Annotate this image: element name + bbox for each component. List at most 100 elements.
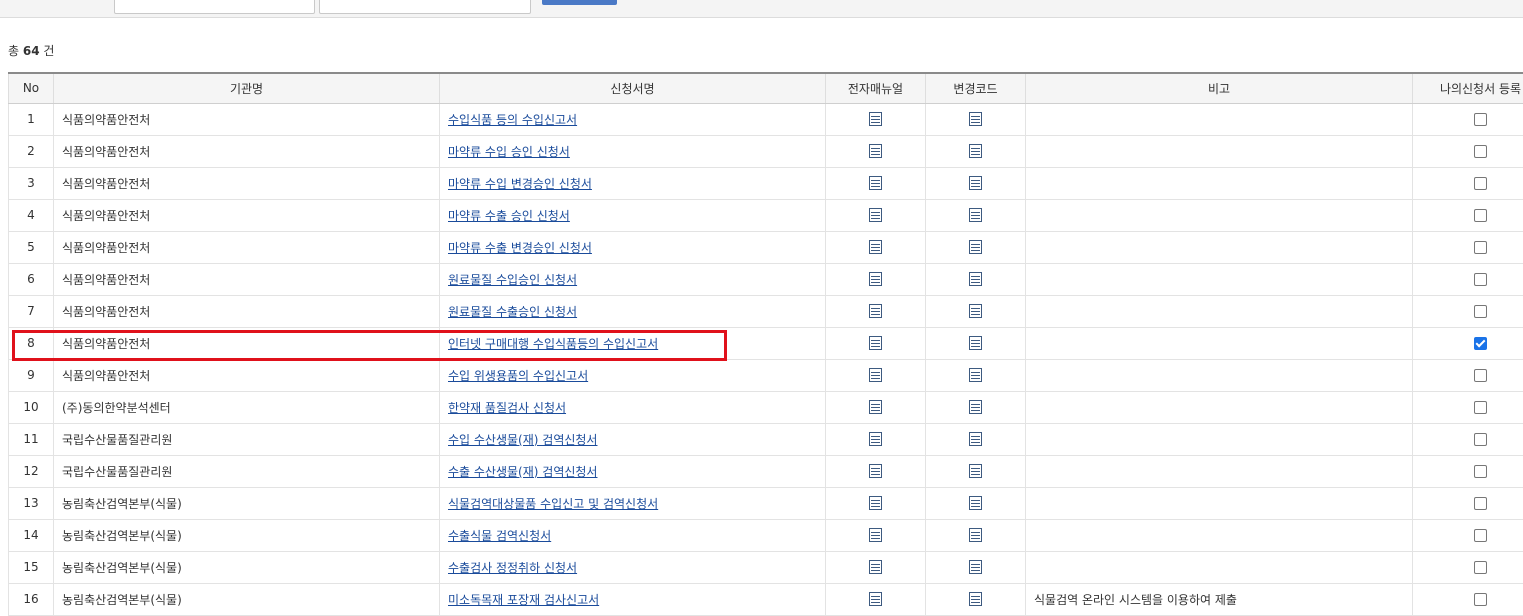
row-organization: 국립수산물품질관리원: [54, 455, 440, 487]
row-change-code: [926, 103, 1026, 135]
manual-document-icon[interactable]: [869, 560, 882, 574]
header-no[interactable]: No: [9, 73, 54, 103]
row-no: 9: [9, 359, 54, 391]
register-checkbox[interactable]: [1474, 465, 1487, 478]
form-name-link[interactable]: 마약류 수입 승인 신청서: [448, 145, 570, 159]
change-code-document-icon[interactable]: [969, 176, 982, 190]
register-checkbox[interactable]: [1474, 369, 1487, 382]
change-code-document-icon[interactable]: [969, 208, 982, 222]
form-name-link[interactable]: 수입식품 등의 수입신고서: [448, 113, 577, 127]
manual-document-icon[interactable]: [869, 400, 882, 414]
register-checkbox[interactable]: [1474, 561, 1487, 574]
change-code-document-icon[interactable]: [969, 336, 982, 350]
change-code-document-icon[interactable]: [969, 400, 982, 414]
form-name-link[interactable]: 수출식물 검역신청서: [448, 529, 551, 543]
row-register: [1413, 519, 1523, 551]
form-name-link[interactable]: 수출검사 정정취하 신청서: [448, 561, 577, 575]
manual-document-icon[interactable]: [869, 144, 882, 158]
manual-document-icon[interactable]: [869, 304, 882, 318]
form-name-link[interactable]: 수입 수산생물(재) 검역신청서: [448, 433, 597, 447]
search-input-1[interactable]: [114, 0, 315, 14]
register-checkbox[interactable]: [1474, 273, 1487, 286]
result-count-number: 64: [23, 44, 40, 58]
form-name-link[interactable]: 원료물질 수입승인 신청서: [448, 273, 577, 287]
change-code-document-icon[interactable]: [969, 272, 982, 286]
form-name-link[interactable]: 수출 수산생물(재) 검역신청서: [448, 465, 597, 479]
row-organization: 식품의약품안전처: [54, 263, 440, 295]
manual-document-icon[interactable]: [869, 272, 882, 286]
register-checkbox[interactable]: [1474, 305, 1487, 318]
manual-document-icon[interactable]: [869, 464, 882, 478]
manual-document-icon[interactable]: [869, 176, 882, 190]
change-code-document-icon[interactable]: [969, 560, 982, 574]
row-note: [1026, 135, 1413, 167]
register-checkbox[interactable]: [1474, 113, 1487, 126]
change-code-document-icon[interactable]: [969, 464, 982, 478]
register-checkbox[interactable]: [1474, 401, 1487, 414]
table-row: 12국립수산물품질관리원수출 수산생물(재) 검역신청서: [9, 455, 1523, 487]
table-row: 15농림축산검역본부(식물)수출검사 정정취하 신청서: [9, 551, 1523, 583]
form-name-link[interactable]: 수입 위생용품의 수입신고서: [448, 369, 588, 383]
result-count-prefix: 총: [8, 44, 19, 58]
form-name-link[interactable]: 식물검역대상물품 수입신고 및 검역신청서: [448, 497, 658, 511]
change-code-document-icon[interactable]: [969, 144, 982, 158]
row-e-manual: [826, 103, 926, 135]
change-code-document-icon[interactable]: [969, 432, 982, 446]
form-name-link[interactable]: 미소독목재 포장재 검사신고서: [448, 593, 599, 607]
manual-document-icon[interactable]: [869, 592, 882, 606]
row-organization: 식품의약품안전처: [54, 103, 440, 135]
form-name-link[interactable]: 마약류 수입 변경승인 신청서: [448, 177, 592, 191]
row-note: [1026, 391, 1413, 423]
row-change-code: [926, 167, 1026, 199]
row-no: 1: [9, 103, 54, 135]
manual-document-icon[interactable]: [869, 112, 882, 126]
row-note: [1026, 103, 1413, 135]
register-checkbox[interactable]: [1474, 145, 1487, 158]
table-row: 9식품의약품안전처수입 위생용품의 수입신고서: [9, 359, 1523, 391]
change-code-document-icon[interactable]: [969, 528, 982, 542]
search-button[interactable]: [542, 0, 617, 5]
register-checkbox[interactable]: [1474, 529, 1487, 542]
header-e-manual[interactable]: 전자매뉴얼: [826, 73, 926, 103]
change-code-document-icon[interactable]: [969, 240, 982, 254]
row-note: [1026, 359, 1413, 391]
row-note: [1026, 519, 1413, 551]
row-organization: 농림축산검역본부(식물): [54, 487, 440, 519]
form-name-link[interactable]: 인터넷 구매대행 수입식품등의 수입신고서: [448, 337, 658, 351]
header-change-code[interactable]: 변경코드: [926, 73, 1026, 103]
header-note[interactable]: 비고: [1026, 73, 1413, 103]
change-code-document-icon[interactable]: [969, 368, 982, 382]
register-checkbox[interactable]: [1474, 241, 1487, 254]
change-code-document-icon[interactable]: [969, 304, 982, 318]
register-checkbox[interactable]: [1474, 209, 1487, 222]
search-input-2[interactable]: [319, 0, 531, 14]
header-form-name[interactable]: 신청서명: [440, 73, 826, 103]
form-name-link[interactable]: 마약류 수출 변경승인 신청서: [448, 241, 592, 255]
form-name-link[interactable]: 한약재 품질검사 신청서: [448, 401, 566, 415]
row-change-code: [926, 295, 1026, 327]
register-checkbox[interactable]: [1474, 337, 1487, 350]
table-row: 16농림축산검역본부(식물)미소독목재 포장재 검사신고서식물검역 온라인 시스…: [9, 583, 1523, 615]
change-code-document-icon[interactable]: [969, 112, 982, 126]
change-code-document-icon[interactable]: [969, 592, 982, 606]
register-checkbox[interactable]: [1474, 497, 1487, 510]
form-name-link[interactable]: 원료물질 수출승인 신청서: [448, 305, 577, 319]
row-e-manual: [826, 519, 926, 551]
manual-document-icon[interactable]: [869, 208, 882, 222]
manual-document-icon[interactable]: [869, 528, 882, 542]
change-code-document-icon[interactable]: [969, 496, 982, 510]
row-note: [1026, 455, 1413, 487]
manual-document-icon[interactable]: [869, 240, 882, 254]
header-my-form-register[interactable]: 나의신청서 등록: [1413, 73, 1523, 103]
manual-document-icon[interactable]: [869, 336, 882, 350]
manual-document-icon[interactable]: [869, 432, 882, 446]
form-name-link[interactable]: 마약류 수출 승인 신청서: [448, 209, 570, 223]
register-checkbox[interactable]: [1474, 593, 1487, 606]
manual-document-icon[interactable]: [869, 368, 882, 382]
manual-document-icon[interactable]: [869, 496, 882, 510]
register-checkbox[interactable]: [1474, 177, 1487, 190]
row-organization: 식품의약품안전처: [54, 199, 440, 231]
register-checkbox[interactable]: [1474, 433, 1487, 446]
row-form-cell: 수입 위생용품의 수입신고서: [440, 359, 826, 391]
header-organization[interactable]: 기관명: [54, 73, 440, 103]
